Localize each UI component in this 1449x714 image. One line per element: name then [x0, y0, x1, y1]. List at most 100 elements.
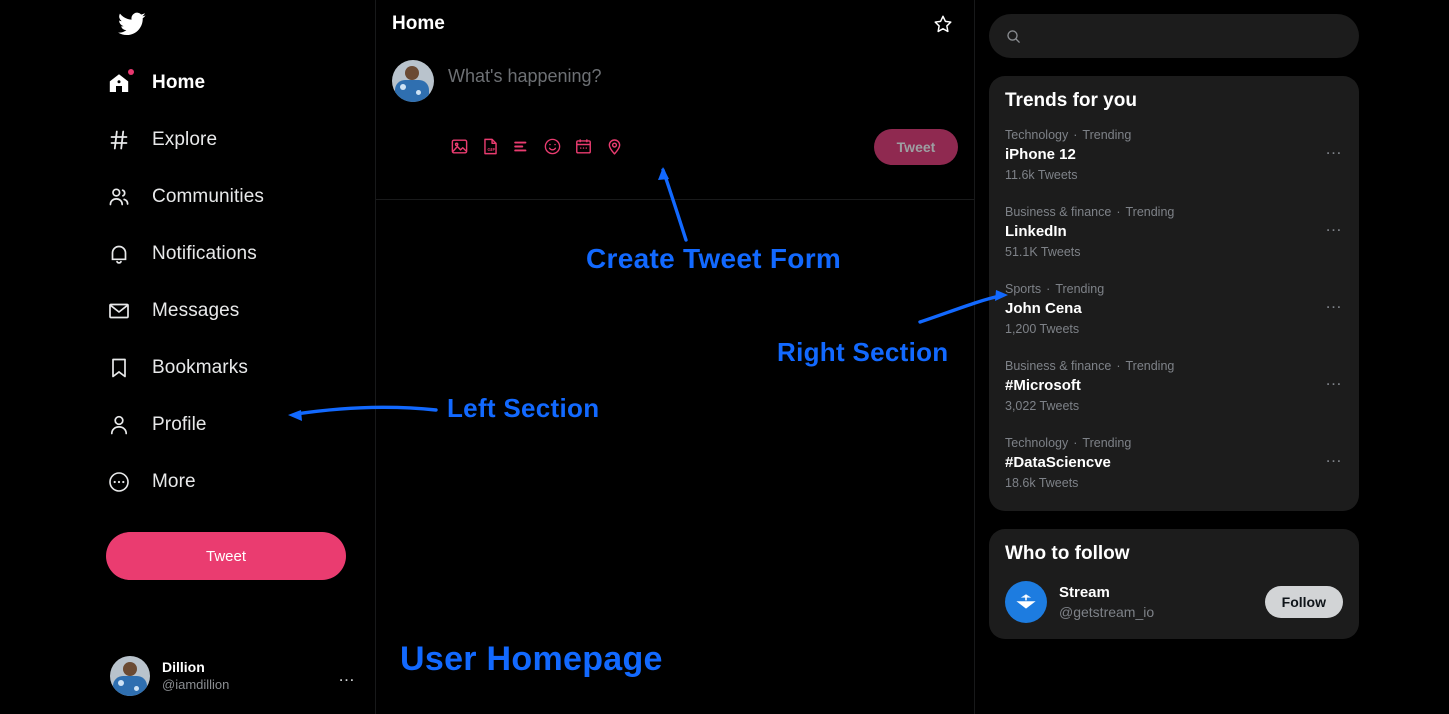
- gif-icon[interactable]: GIF: [481, 137, 501, 157]
- trends-card: Trends for you Technology · Trending iPhon…: [989, 76, 1359, 511]
- communities-icon: [106, 184, 132, 210]
- compose-tweet-button[interactable]: Tweet: [874, 129, 958, 165]
- trend-name: #DataSciencve: [1005, 453, 1111, 471]
- trend-meta: Business & finance · Trending: [1005, 204, 1325, 221]
- separator: ·: [1046, 282, 1051, 296]
- trend-status: Trending: [1125, 205, 1175, 219]
- ellipsis-icon[interactable]: …: [1325, 358, 1343, 390]
- sidebar-item-label: Profile: [152, 413, 207, 435]
- avatar: [392, 60, 434, 102]
- trend-count: 18.6k Tweets: [1005, 476, 1079, 491]
- trend-category: Business & finance: [1005, 205, 1112, 219]
- trend-item[interactable]: Business & finance · Trending LinkedIn 51.…: [989, 193, 1359, 270]
- separator: ·: [1073, 436, 1078, 450]
- trend-body: Business & finance · Trending #Microsoft 3…: [1005, 358, 1325, 415]
- location-icon[interactable]: [605, 137, 625, 157]
- image-icon[interactable]: [450, 137, 470, 157]
- twitter-clone-page: Home Explore Communities Notifications M…: [0, 0, 1449, 714]
- trend-count: 3,022 Tweets: [1005, 399, 1080, 414]
- follow-name: Stream: [1059, 584, 1110, 602]
- trend-name: John Cena: [1005, 299, 1082, 317]
- trend-count: 1,200 Tweets: [1005, 322, 1080, 337]
- star-icon[interactable]: [932, 13, 954, 35]
- account-switcher[interactable]: Dillion @iamdillion …: [110, 656, 356, 696]
- trend-body: Sports · Trending John Cena 1,200 Tweets: [1005, 281, 1325, 338]
- account-name: Dillion: [162, 659, 205, 676]
- main-column: Home What's happening? GIF Tweet: [376, 0, 975, 714]
- right-sidebar: Trends for you Technology · Trending iPhon…: [975, 0, 1449, 714]
- left-sidebar: Home Explore Communities Notifications M…: [0, 0, 376, 714]
- ellipsis-icon[interactable]: …: [338, 666, 356, 686]
- sidebar-item-more[interactable]: More: [106, 453, 375, 510]
- ellipsis-icon[interactable]: …: [1325, 127, 1343, 159]
- sidebar-item-label: Messages: [152, 299, 240, 321]
- sidebar-item-messages[interactable]: Messages: [106, 282, 375, 339]
- trend-count: 11.6k Tweets: [1005, 168, 1078, 183]
- trend-item[interactable]: Business & finance · Trending #Microsoft 3…: [989, 347, 1359, 424]
- trend-body: Technology · Trending #DataSciencve 18.6k …: [1005, 435, 1325, 492]
- trend-name: #Microsoft: [1005, 376, 1081, 394]
- ellipsis-icon[interactable]: …: [1325, 204, 1343, 236]
- trend-status: Trending: [1082, 436, 1132, 450]
- trend-item[interactable]: Technology · Trending #DataSciencve 18.6k …: [989, 424, 1359, 501]
- trend-body: Technology · Trending iPhone 12 11.6k Twee…: [1005, 127, 1325, 184]
- account-handle: @iamdillion: [162, 676, 230, 692]
- separator: ·: [1116, 205, 1121, 219]
- trend-category: Business & finance: [1005, 359, 1112, 373]
- trends-title: Trends for you: [1005, 90, 1137, 111]
- compose-tweet-form: What's happening? GIF Tweet: [376, 48, 974, 165]
- twitter-logo[interactable]: [0, 0, 375, 46]
- who-to-follow-title: Who to follow: [1005, 543, 1130, 564]
- trend-category: Technology: [1005, 436, 1069, 450]
- tweet-input[interactable]: What's happening?: [448, 66, 958, 87]
- paper-boat-icon: [1016, 594, 1036, 609]
- envelope-icon: [106, 298, 132, 324]
- trend-status: Trending: [1082, 128, 1132, 142]
- sidebar-item-bookmarks[interactable]: Bookmarks: [106, 339, 375, 396]
- more-circle-icon: [106, 469, 132, 495]
- trend-meta: Technology · Trending: [1005, 435, 1325, 452]
- who-to-follow-card: Who to follow Stream @getstream_io Follo…: [989, 529, 1359, 639]
- sidebar-tweet-button[interactable]: Tweet: [106, 532, 346, 580]
- home-icon: [106, 68, 134, 96]
- sidebar-item-communities[interactable]: Communities: [106, 168, 375, 225]
- timeline-divider: [376, 199, 974, 200]
- avatar: [110, 656, 150, 696]
- follow-suggestion[interactable]: Stream @getstream_io Follow: [989, 569, 1359, 629]
- stream-logo: [1005, 581, 1047, 623]
- sidebar-item-label: Notifications: [152, 242, 257, 264]
- follow-button[interactable]: Follow: [1264, 586, 1343, 618]
- search-icon: [1007, 29, 1020, 43]
- trend-count: 51.1K Tweets: [1005, 245, 1081, 260]
- trend-meta: Business & finance · Trending: [1005, 358, 1325, 375]
- compose-actions: GIF Tweet: [448, 129, 958, 165]
- sidebar-item-home[interactable]: Home: [106, 54, 375, 111]
- trend-name: LinkedIn: [1005, 222, 1067, 240]
- sidebar-item-notifications[interactable]: Notifications: [106, 225, 375, 282]
- ellipsis-icon[interactable]: …: [1325, 435, 1343, 467]
- ellipsis-icon[interactable]: …: [1325, 281, 1343, 313]
- trend-body: Business & finance · Trending LinkedIn 51.…: [1005, 204, 1325, 261]
- trend-item[interactable]: Sports · Trending John Cena 1,200 Tweets …: [989, 270, 1359, 347]
- search-bar[interactable]: [989, 14, 1359, 58]
- trend-status: Trending: [1125, 359, 1175, 373]
- poll-icon[interactable]: [512, 137, 532, 157]
- separator: ·: [1073, 128, 1078, 142]
- sidebar-item-explore[interactable]: Explore: [106, 111, 375, 168]
- follow-text: Stream @getstream_io: [1059, 583, 1253, 621]
- page-title: Home: [392, 13, 445, 34]
- trend-item[interactable]: Technology · Trending iPhone 12 11.6k Twee…: [989, 116, 1359, 193]
- sidebar-item-label: Communities: [152, 185, 264, 207]
- search-input[interactable]: [1034, 28, 1343, 44]
- compose-body: What's happening? GIF Tweet: [448, 60, 958, 165]
- hashtag-icon: [106, 127, 132, 153]
- emoji-icon[interactable]: [543, 137, 563, 157]
- sidebar-item-profile[interactable]: Profile: [106, 396, 375, 453]
- person-icon: [106, 412, 132, 438]
- schedule-icon[interactable]: [574, 137, 594, 157]
- account-text: Dillion @iamdillion: [162, 659, 326, 693]
- compose-avatar: [392, 60, 434, 102]
- trend-category: Sports: [1005, 282, 1042, 296]
- sidebar-item-label: More: [152, 470, 196, 492]
- trend-status: Trending: [1055, 282, 1105, 296]
